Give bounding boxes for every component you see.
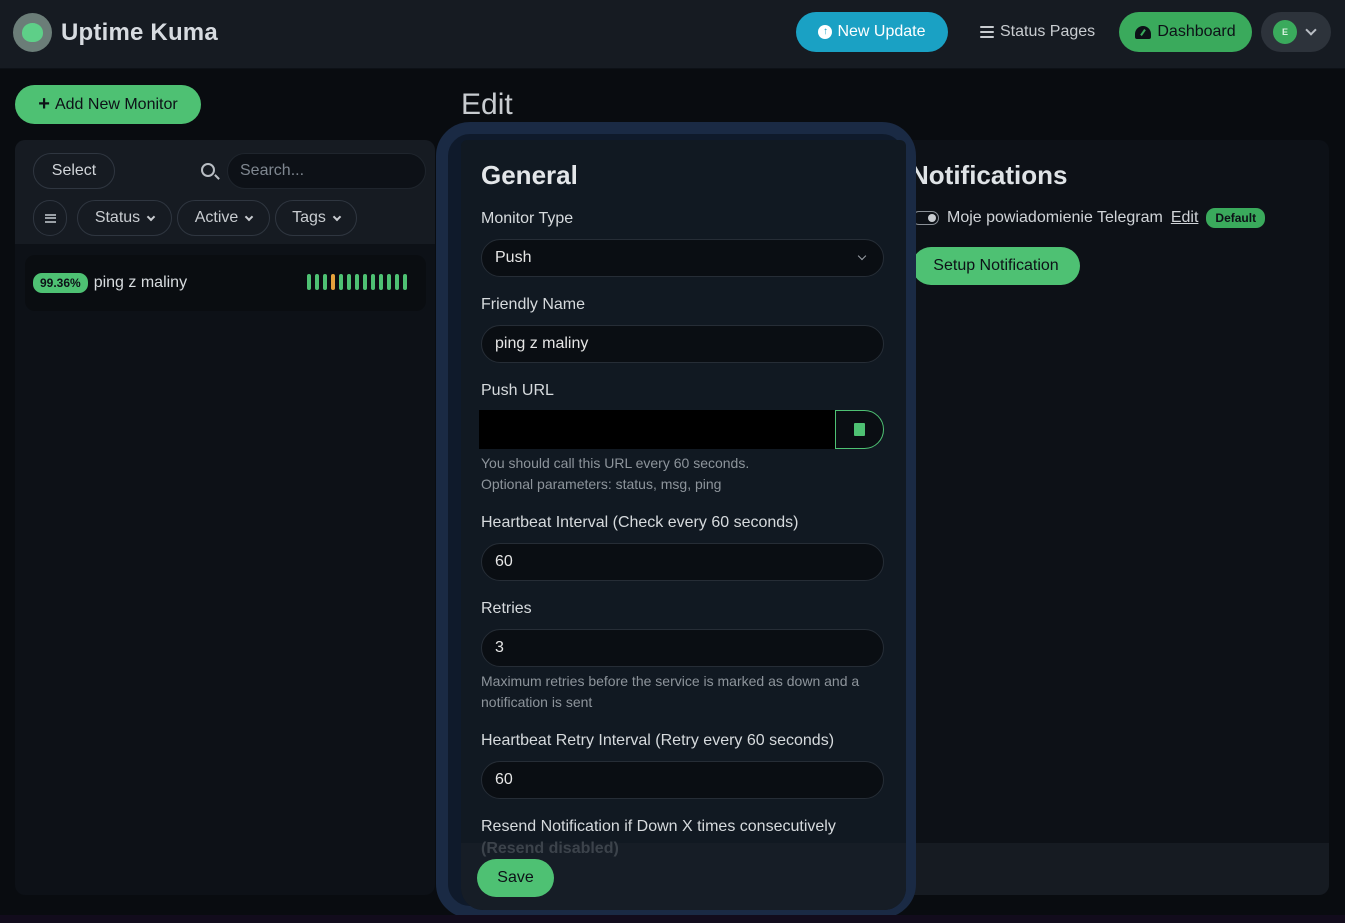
- retry-interval-field[interactable]: 60: [481, 761, 884, 799]
- heartbeat-up: [403, 274, 407, 290]
- resend-notification-label: Resend Notification if Down X times cons…: [481, 818, 836, 835]
- retry-interval-value: 60: [495, 771, 513, 788]
- push-url-hint: You should call this URL every 60 second…: [481, 453, 881, 495]
- copy-url-button[interactable]: [835, 410, 884, 449]
- retries-label: Retries: [481, 600, 532, 617]
- uptime-badge: 99.36%: [33, 273, 88, 293]
- chevron-down-icon: [1305, 24, 1317, 36]
- status-filter-label: Status: [94, 209, 141, 226]
- heartbeat-up: [315, 274, 319, 290]
- friendly-name-value: ping z maliny: [495, 335, 589, 352]
- app-logo[interactable]: Uptime Kuma: [13, 13, 218, 52]
- app-title: Uptime Kuma: [61, 18, 218, 46]
- heartbeat-pending: [331, 274, 335, 290]
- status-filter[interactable]: Status: [77, 200, 172, 236]
- heartbeat-interval-field[interactable]: 60: [481, 543, 884, 581]
- page-bottom-strip: [0, 915, 1345, 923]
- heartbeat-up: [347, 274, 351, 290]
- chevron-down-icon: [146, 212, 156, 221]
- heartbeat-up: [371, 274, 375, 290]
- avatar: E: [1273, 20, 1297, 44]
- monitor-list-panel: Select Status Active Tags 99.36% ping z …: [15, 140, 435, 895]
- save-button[interactable]: Save: [477, 859, 554, 897]
- friendly-name-field[interactable]: ping z maliny: [481, 325, 884, 363]
- general-title: General: [481, 160, 578, 190]
- notifications-title: Notifications: [910, 160, 1068, 190]
- notification-edit-link[interactable]: Edit: [1171, 209, 1199, 227]
- dashboard-button[interactable]: Dashboard: [1119, 12, 1252, 52]
- kuma-logo-icon: [13, 13, 52, 52]
- list-icon: [44, 213, 56, 223]
- active-filter[interactable]: Active: [177, 200, 270, 236]
- gauge-icon: [1135, 25, 1152, 39]
- select-button[interactable]: Select: [33, 153, 115, 189]
- tags-filter[interactable]: Tags: [275, 200, 357, 236]
- chevron-down-icon: [245, 212, 254, 221]
- new-update-button[interactable]: ↑ New Update: [796, 12, 948, 52]
- monitor-type-label: Monitor Type: [481, 210, 574, 227]
- heartbeat-up: [363, 274, 367, 290]
- push-url-label: Push URL: [481, 382, 554, 399]
- page-title: Edit: [461, 88, 513, 121]
- heartbeat-bar: [307, 274, 407, 290]
- notification-name: Moje powiadomienie Telegram: [947, 209, 1163, 226]
- push-url-hint-line-2: Optional parameters: status, msg, ping: [481, 476, 722, 492]
- default-badge: Default: [1206, 208, 1266, 228]
- chevron-down-icon: [857, 251, 867, 261]
- profile-dropdown[interactable]: E: [1261, 12, 1331, 52]
- add-new-monitor-label: Add New Monitor: [54, 95, 178, 113]
- notification-item: Moje powiadomienie Telegram Edit Default: [912, 208, 1266, 228]
- tags-filter-label: Tags: [292, 209, 326, 226]
- heartbeat-interval-label: Heartbeat Interval (Check every 60 secon…: [481, 514, 799, 531]
- monitor-list-header: Select Status Active Tags: [15, 140, 435, 244]
- search-input[interactable]: [227, 153, 426, 189]
- heartbeat-up: [355, 274, 359, 290]
- filter-menu-button[interactable]: [33, 200, 67, 236]
- status-pages-link[interactable]: Status Pages: [980, 12, 1095, 52]
- monitor-type-value: Push: [495, 249, 532, 266]
- push-url-field[interactable]: [479, 410, 835, 449]
- new-update-label: New Update: [837, 23, 926, 40]
- retries-value: 3: [495, 639, 504, 656]
- heartbeat-up: [323, 274, 327, 290]
- active-filter-label: Active: [194, 209, 239, 226]
- monitor-list-item[interactable]: 99.36% ping z maliny: [25, 255, 426, 311]
- heartbeat-up: [395, 274, 399, 290]
- dashboard-label: Dashboard: [1157, 23, 1236, 40]
- heartbeat-up: [387, 274, 391, 290]
- general-section: General Monitor Type Push Friendly Name …: [461, 140, 906, 910]
- status-pages-label: Status Pages: [1000, 23, 1096, 40]
- heartbeat-up: [307, 274, 311, 290]
- notification-toggle[interactable]: [912, 211, 939, 225]
- chevron-down-icon: [332, 212, 342, 221]
- retry-interval-label: Heartbeat Retry Interval (Retry every 60…: [481, 732, 835, 749]
- heartbeat-up: [339, 274, 343, 290]
- plus-icon: +: [38, 92, 50, 115]
- monitor-name: ping z maliny: [93, 274, 188, 291]
- copy-icon: [851, 423, 865, 441]
- resend-disabled-text: (Resend disabled): [481, 840, 619, 857]
- arrow-up-circle-icon: ↑: [818, 25, 833, 39]
- search-icon: [201, 163, 215, 177]
- heartbeat-up: [379, 274, 383, 290]
- add-new-monitor-button[interactable]: + Add New Monitor: [15, 85, 201, 124]
- retries-field[interactable]: 3: [481, 629, 884, 667]
- retries-hint: Maximum retries before the service is ma…: [481, 673, 860, 710]
- bars-icon: [980, 26, 994, 38]
- monitor-type-select[interactable]: Push: [481, 239, 884, 277]
- friendly-name-label: Friendly Name: [481, 296, 586, 313]
- heartbeat-interval-value: 60: [495, 553, 513, 570]
- top-navbar: Uptime Kuma ↑ New Update Status Pages Da…: [0, 0, 1345, 69]
- push-url-hint-line-1: You should call this URL every 60 second…: [481, 455, 750, 471]
- setup-notification-button[interactable]: Setup Notification: [912, 247, 1080, 285]
